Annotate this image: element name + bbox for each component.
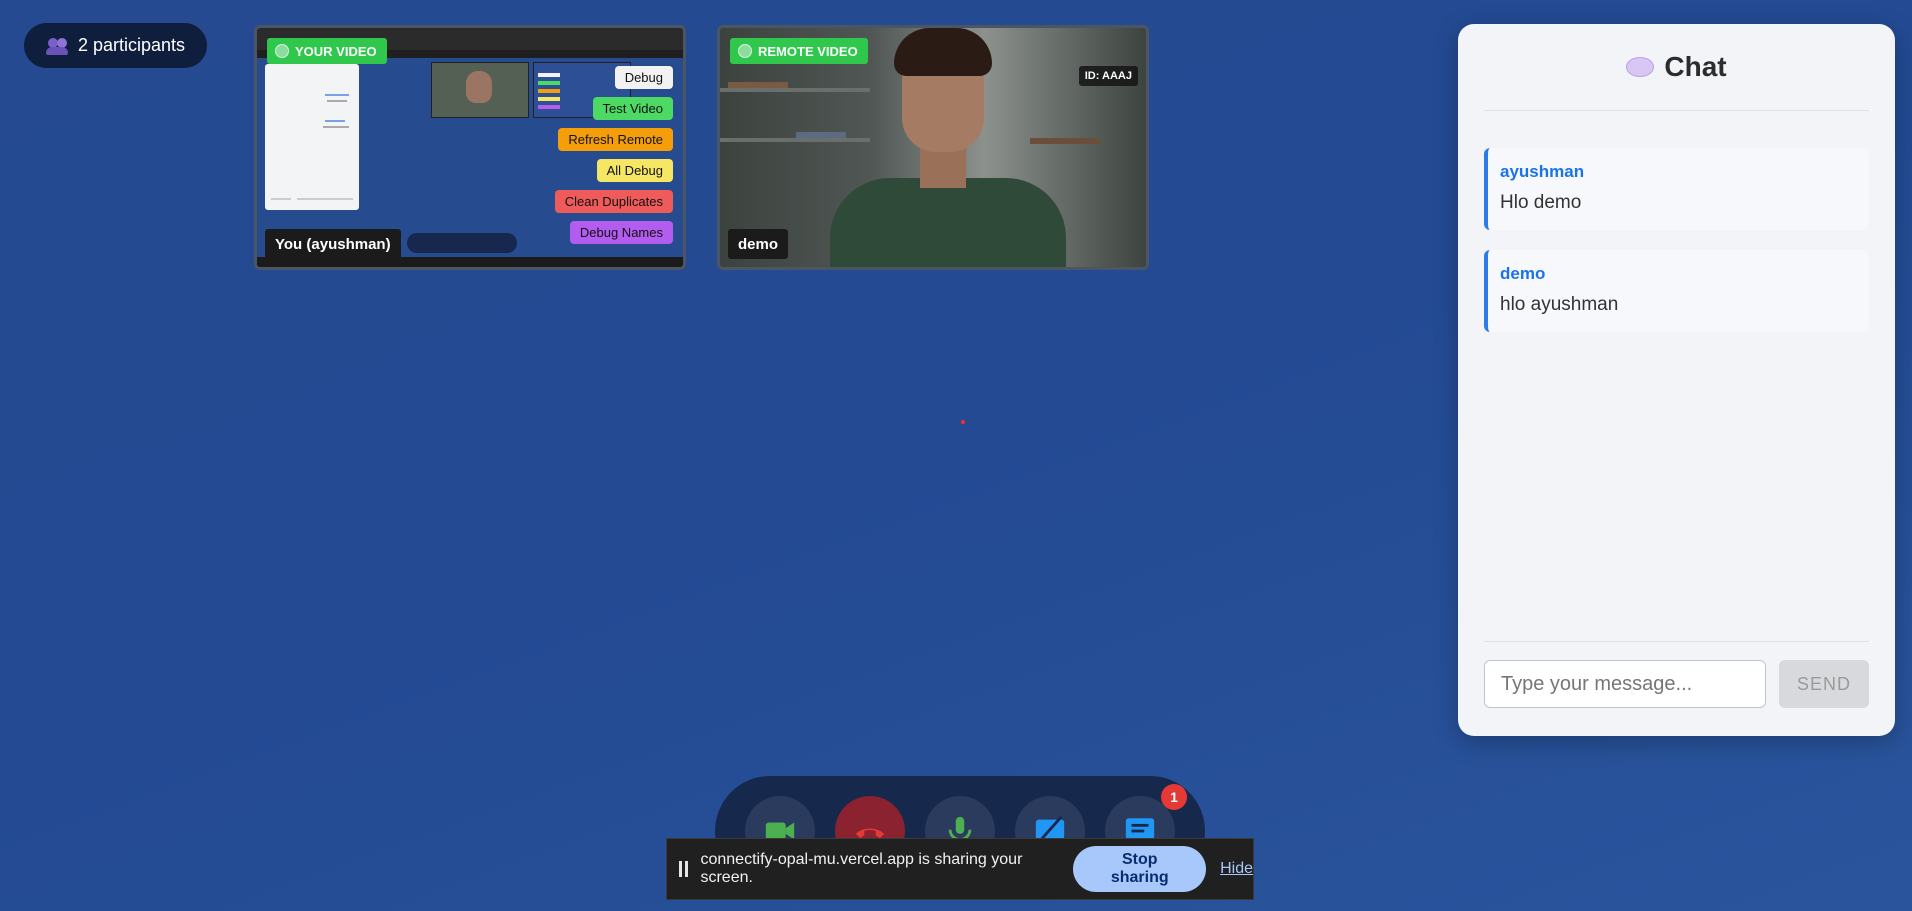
chat-message-input[interactable] — [1484, 660, 1766, 708]
chat-notification-badge: 1 — [1161, 784, 1187, 810]
remote-id-tag: ID: AAAJ — [1078, 66, 1138, 86]
test-video-button-label: Test Video — [602, 101, 663, 116]
hide-link[interactable]: Hide — [1220, 860, 1253, 878]
chat-message-user: ayushman — [1500, 162, 1585, 181]
share-message: connectify-opal-mu.vercel.app is sharing… — [700, 851, 1023, 886]
speech-bubble-icon — [1626, 57, 1655, 77]
participants-label: 2 participants — [78, 35, 186, 55]
your-video-badge-label: YOUR VIDEO — [295, 43, 377, 59]
chat-message-user: demo — [1500, 264, 1546, 283]
person-hair-shape — [894, 28, 992, 76]
debug-names-button[interactable]: Debug Names — [569, 221, 673, 244]
pause-icon — [679, 861, 688, 877]
debug-button[interactable]: Debug — [614, 66, 673, 89]
participants-count: 2 participants — [24, 23, 208, 68]
test-video-button[interactable]: Test Video — [592, 97, 673, 120]
chat-message-text: Hlo demo — [1500, 192, 1582, 213]
shared-screen-chat-thumbnail — [265, 64, 359, 210]
debug-button-label: Debug — [624, 70, 663, 85]
local-video-tile: YOUR VIDEO Debug Test Video Refresh Remo… — [254, 25, 686, 270]
chat-message: demo hlo ayushman — [1484, 250, 1869, 332]
shared-screen-video-thumbnail — [431, 62, 529, 118]
remote-video-tile: REMOTE VIDEO ID: AAAJ demo — [717, 25, 1149, 270]
clean-duplicates-button[interactable]: Clean Duplicates — [554, 190, 673, 213]
debug-names-button-label: Debug Names — [579, 225, 663, 240]
all-debug-button-label: All Debug — [606, 163, 663, 178]
person-body-shape — [830, 178, 1066, 267]
refresh-remote-button[interactable]: Refresh Remote — [558, 128, 673, 151]
people-icon — [46, 37, 68, 55]
your-video-badge: YOUR VIDEO — [267, 38, 387, 64]
chat-message: ayushman Hlo demo — [1484, 148, 1869, 230]
screen-share-notification-bar: connectify-opal-mu.vercel.app is sharing… — [666, 838, 1254, 900]
bookshelf-shape — [720, 138, 870, 142]
remote-video-badge: REMOTE VIDEO — [730, 38, 868, 64]
status-dot-icon — [738, 44, 752, 58]
books-shape — [1030, 138, 1100, 144]
bookshelf-shape — [720, 88, 870, 92]
chat-panel: Chat ayushman Hlo demo demo hlo ayushman… — [1458, 24, 1895, 736]
chat-footer-divider — [1484, 641, 1869, 642]
refresh-remote-button-label: Refresh Remote — [568, 132, 663, 147]
books-shape — [796, 132, 846, 138]
chat-message-text: hlo ayushman — [1500, 294, 1619, 315]
remote-name-tag: demo — [728, 229, 789, 259]
remote-video-badge-label: REMOTE VIDEO — [758, 43, 858, 59]
clean-duplicates-button-label: Clean Duplicates — [564, 194, 663, 209]
books-shape — [728, 82, 788, 88]
all-debug-button[interactable]: All Debug — [596, 159, 673, 182]
status-dot-icon — [275, 44, 289, 58]
shared-screen-controls-thumbnail — [407, 233, 517, 253]
cursor-dot — [961, 420, 965, 424]
chat-header: Chat — [1484, 24, 1869, 111]
local-name-tag: You (ayushman) — [265, 229, 401, 259]
send-button[interactable]: SEND — [1779, 660, 1869, 708]
stop-sharing-button[interactable]: Stop sharing — [1073, 846, 1207, 892]
chat-title: Chat — [1664, 51, 1727, 82]
